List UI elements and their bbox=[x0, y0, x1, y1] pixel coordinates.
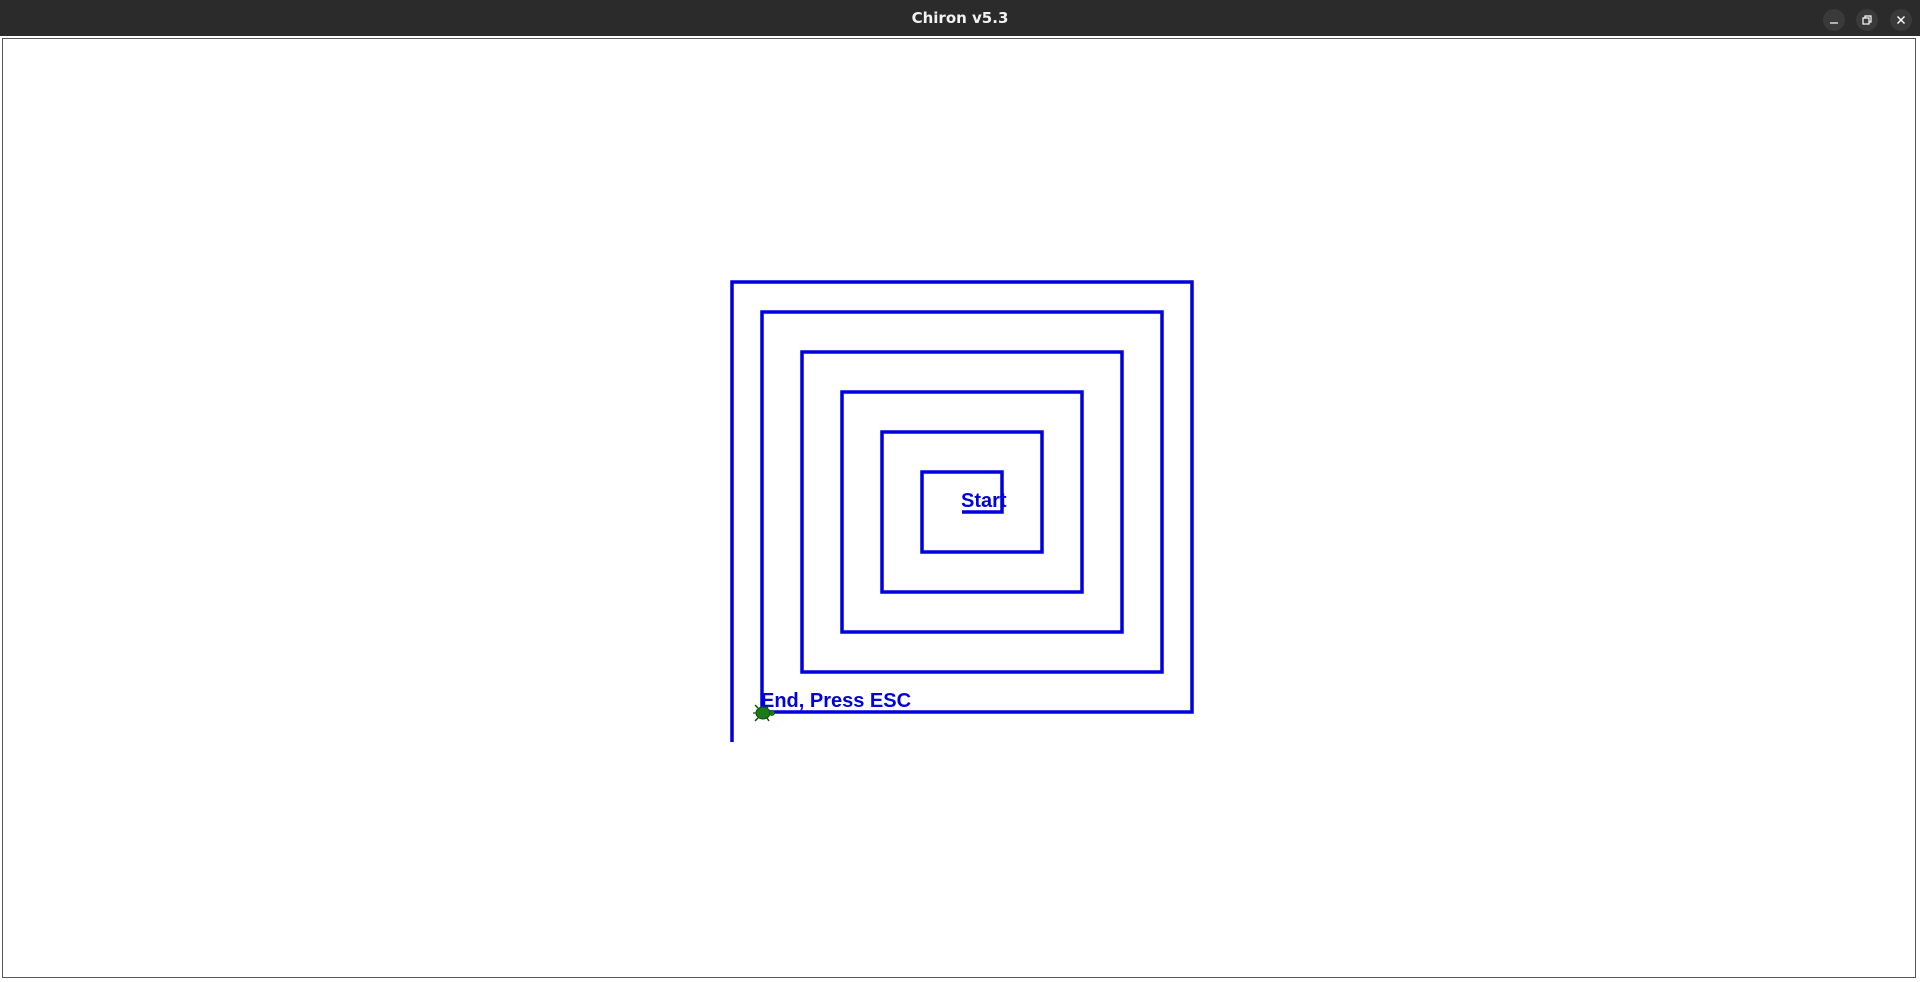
end-label: End, Press ESC bbox=[761, 690, 911, 712]
start-label: Start bbox=[961, 490, 1007, 512]
spiral-line bbox=[730, 280, 1194, 742]
end-label-group: End, Press ESC bbox=[761, 690, 911, 712]
start-label-group: Start bbox=[961, 490, 1007, 512]
turtle-drawing: Start End, Press ESC bbox=[730, 280, 1194, 742]
square-spiral bbox=[730, 280, 1194, 742]
